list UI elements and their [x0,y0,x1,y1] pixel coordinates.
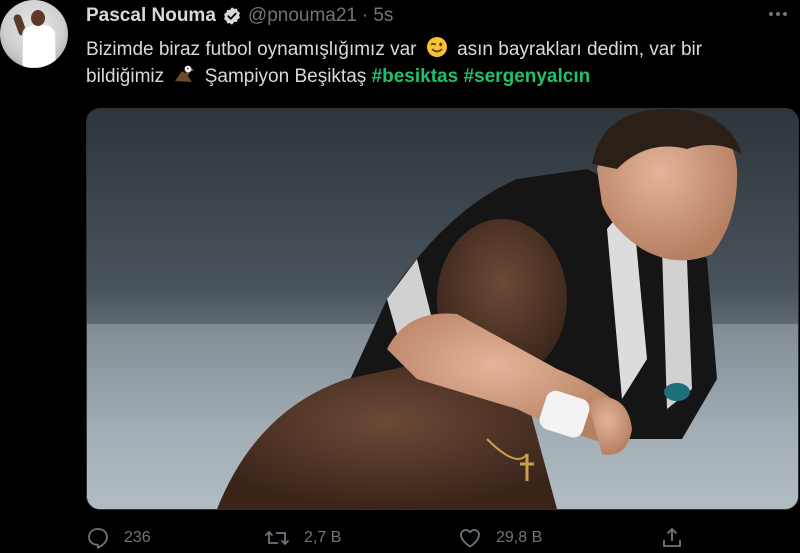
tweet-text-segment: asın bayrakları dedim, var bir [457,39,703,60]
share-icon [663,527,681,547]
reply-icon [88,528,108,549]
verified-badge-icon [223,7,240,25]
heart-icon [460,529,480,548]
retweet-button[interactable]: 2,7 B [264,526,341,550]
tweet-header: Pascal Nouma @pnouma21 · 5s [86,4,393,28]
separator-dot: · [362,5,369,26]
tweet-text: Bizimde biraz futbol oynamışlığımız var … [86,36,786,90]
winking-face-emoji-icon [426,37,447,57]
like-button[interactable]: 29,8 B [458,526,542,550]
reply-count: 236 [124,529,151,546]
hashtag-sergenyalcin-link[interactable]: #sergenyalcın [463,66,590,87]
hashtag-besiktas-link[interactable]: #besiktas [372,66,459,87]
tweet-text-line-2: bildiğimiz Şampiyon Beşiktaş #besiktas #… [86,63,786,90]
user-avatar[interactable] [0,0,68,68]
like-count: 29,8 B [496,529,543,546]
retweet-icon [264,530,290,546]
avatar-figure-body [22,24,56,68]
avatar-figure-head [31,10,45,26]
tweet: Pascal Nouma @pnouma21 · 5s Bizimde bira… [0,0,800,553]
share-button[interactable] [660,526,698,550]
more-options-icon[interactable] [766,6,790,22]
tweet-text-segment: Şampiyon Beşiktaş [204,66,367,87]
user-handle[interactable]: @pnouma21 [248,5,357,27]
photo-illustration [87,109,798,509]
retweet-count: 2,7 B [304,529,342,546]
eagle-emoji-icon [175,65,195,82]
display-name[interactable]: Pascal Nouma [86,5,216,27]
tweet-text-segment: bildiğimiz [86,66,165,87]
tweet-text-segment: Bizimde biraz futbol oynamışlığımız var [86,39,417,60]
tweet-timestamp[interactable]: 5s [373,5,393,27]
tweet-text-line-1: Bizimde biraz futbol oynamışlığımız var … [86,36,786,63]
tweet-photo[interactable] [86,108,799,510]
tweet-actions: 236 2,7 B 29,8 B [86,526,786,553]
reply-button[interactable]: 236 [86,526,151,550]
